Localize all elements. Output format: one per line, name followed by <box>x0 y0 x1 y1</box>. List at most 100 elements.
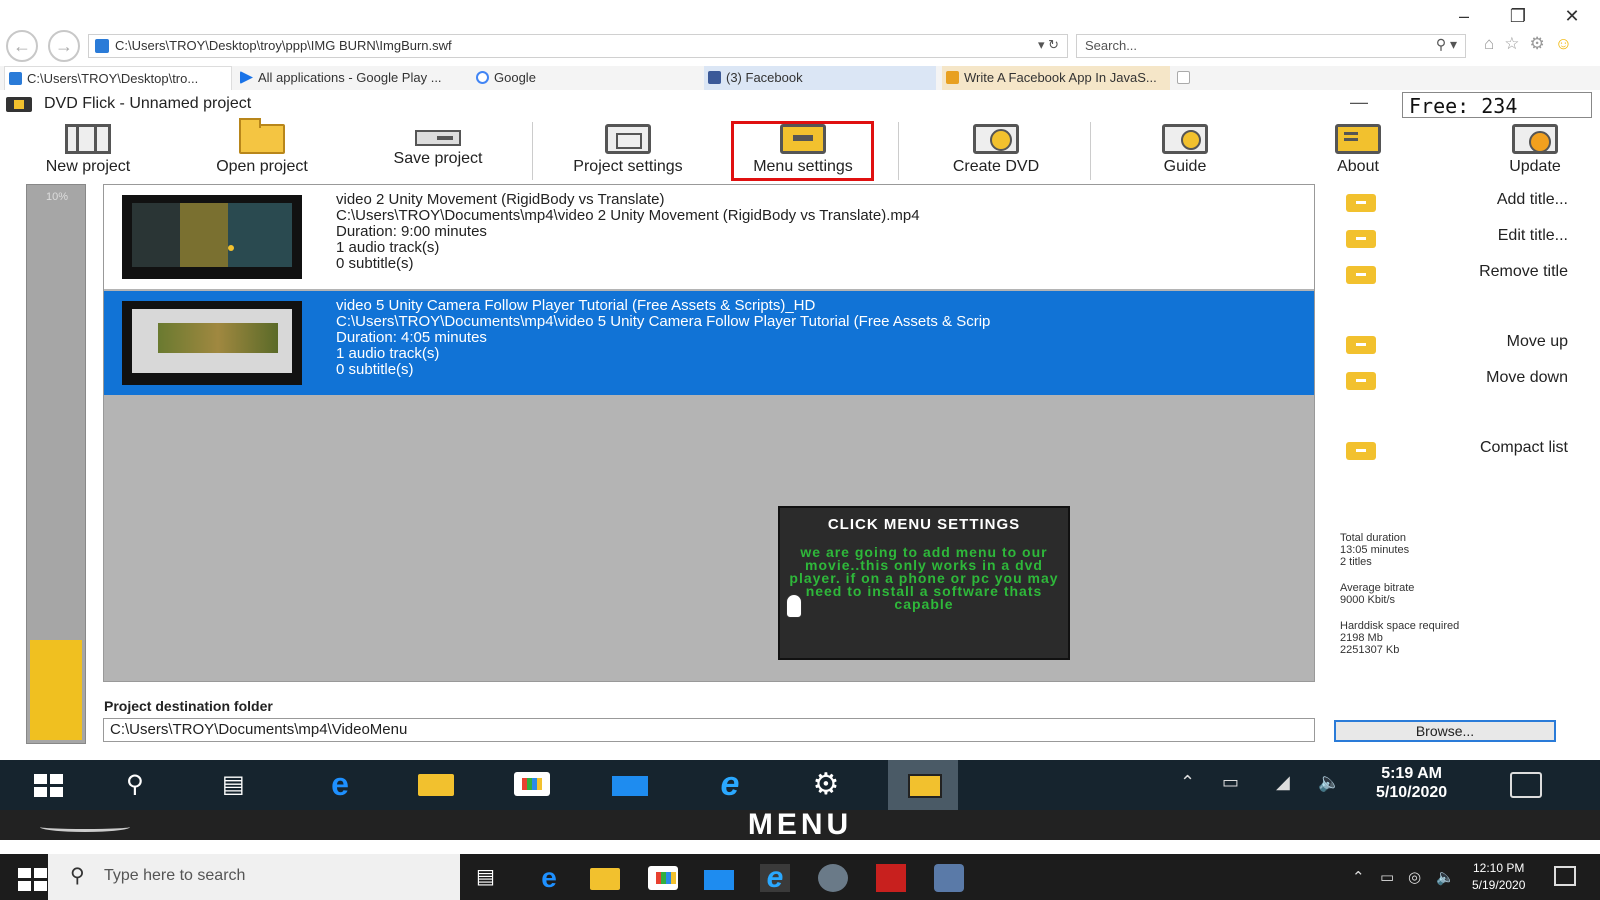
task-view-icon[interactable]: ▤ <box>476 864 506 892</box>
tab-google[interactable]: Google <box>472 66 692 90</box>
store-icon[interactable] <box>514 772 550 796</box>
edit-title-button[interactable]: Edit title... <box>1336 222 1576 252</box>
stat-label: Average bitrate <box>1340 582 1415 594</box>
dvd-flick-taskbar-icon[interactable] <box>888 760 958 810</box>
mail-icon[interactable] <box>704 870 734 890</box>
add-title-button[interactable]: Add title... <box>1336 186 1576 216</box>
title-path: C:\Users\TROY\Documents\mp4\video 5 Unit… <box>336 313 991 330</box>
save-project-label: Save project <box>393 150 483 167</box>
folder-icon <box>239 118 285 154</box>
project-settings-button[interactable]: Project settings <box>546 118 710 182</box>
battery-icon[interactable]: ▭ <box>1222 772 1239 793</box>
project-settings-label: Project settings <box>573 158 683 175</box>
title-subtitles: 0 subtitle(s) <box>336 255 414 272</box>
list-item-selected[interactable]: video 5 Unity Camera Follow Player Tutor… <box>104 291 1314 395</box>
list-item[interactable]: video 2 Unity Movement (RigidBody vs Tra… <box>104 185 1314 289</box>
arrow-up-icon <box>1346 336 1376 354</box>
title-audio: 1 audio track(s) <box>336 239 440 256</box>
new-tab-button[interactable] <box>1172 66 1196 90</box>
update-button[interactable]: Update <box>1490 118 1580 182</box>
browser-chrome: – ❐ ✕ ← → C:\Users\TROY\Desktop\troy\ppp… <box>0 0 1600 92</box>
video-thumbnail <box>122 301 302 385</box>
volume-icon[interactable]: 🔈 <box>1436 868 1455 886</box>
recorded-clock[interactable]: 5:19 AM 5/10/2020 <box>1376 764 1447 802</box>
browser-icons: ⌂ ☆ ⚙ ☺ <box>1484 34 1572 54</box>
search-icon[interactable]: ⚲ ▾ <box>1436 36 1457 53</box>
title-path: C:\Users\TROY\Documents\mp4\video 2 Unit… <box>336 207 920 224</box>
chevron-up-icon[interactable]: ⌃ <box>1352 868 1365 886</box>
acrobat-icon[interactable] <box>876 864 906 892</box>
tab-google-play[interactable]: All applications - Google Play ... <box>236 66 466 90</box>
chevron-up-icon[interactable]: ⌃ <box>1180 772 1195 793</box>
file-explorer-icon[interactable] <box>418 774 454 796</box>
address-bar[interactable]: C:\Users\TROY\Desktop\troy\ppp\IMG BURN\… <box>88 34 1068 58</box>
home-icon[interactable]: ⌂ <box>1484 34 1494 54</box>
tab-bar: C:\Users\TROY\Desktop\tro... All applica… <box>0 66 1600 90</box>
system-clock[interactable]: 12:10 PM 5/19/2020 <box>1472 860 1525 894</box>
facebook-icon <box>708 71 721 84</box>
app-minimize-icon[interactable]: — <box>1350 92 1368 113</box>
battery-icon[interactable]: ▭ <box>1380 868 1394 886</box>
search-icon[interactable]: ⚲ <box>126 770 162 800</box>
film-icon <box>65 124 111 154</box>
destination-folder-input[interactable]: C:\Users\TROY\Documents\mp4\VideoMenu <box>103 718 1315 742</box>
minimize-icon[interactable]: – <box>1454 6 1474 27</box>
tab-write-fb-app[interactable]: Write A Facebook App In JavaS... <box>942 66 1170 90</box>
tutorial-annotation: CLICK MENU SETTINGS we are going to add … <box>778 506 1070 660</box>
remove-title-button[interactable]: Remove title <box>1336 258 1576 288</box>
browse-button[interactable]: Browse... <box>1334 720 1556 742</box>
edge-icon[interactable]: e <box>534 864 564 892</box>
toolbar-divider <box>1090 122 1091 180</box>
title-list[interactable]: video 2 Unity Movement (RigidBody vs Tra… <box>103 184 1315 682</box>
tab-imgburn[interactable]: C:\Users\TROY\Desktop\tro... <box>4 66 232 90</box>
file-explorer-icon[interactable] <box>590 868 620 890</box>
update-label: Update <box>1509 158 1561 175</box>
store-icon[interactable] <box>648 866 678 890</box>
tab-label: C:\Users\TROY\Desktop\tro... <box>27 71 199 86</box>
globe-icon[interactable]: ◎ <box>1408 868 1421 886</box>
internet-explorer-icon[interactable]: e <box>712 767 748 801</box>
search-placeholder: Search... <box>1085 38 1138 53</box>
internet-explorer-icon[interactable]: e <box>760 863 790 893</box>
open-project-button[interactable]: Open project <box>192 118 332 182</box>
windows-start-icon[interactable] <box>30 770 66 800</box>
edge-icon[interactable]: e <box>322 768 358 800</box>
stat-value: 2251307 Kb <box>1340 644 1400 656</box>
notification-icon[interactable] <box>1510 772 1542 798</box>
close-icon[interactable]: ✕ <box>1562 6 1582 27</box>
compact-list-button[interactable]: Compact list <box>1336 434 1576 464</box>
ie-page-icon <box>9 72 22 85</box>
settings-gear-icon[interactable]: ⚙ <box>808 770 844 800</box>
screen: – ❐ ✕ ← → C:\Users\TROY\Desktop\troy\ppp… <box>0 0 1600 900</box>
settings-icon[interactable]: ⚙ <box>1530 34 1545 54</box>
taskbar-search-input[interactable]: ⚲ Type here to search <box>48 854 460 900</box>
new-project-button[interactable]: New project <box>20 118 156 182</box>
create-dvd-button[interactable]: Create DVD <box>926 118 1066 182</box>
restore-icon[interactable]: ❐ <box>1508 6 1528 27</box>
windows-start-icon[interactable] <box>14 864 51 895</box>
favorites-star-icon[interactable]: ☆ <box>1504 34 1519 54</box>
search-icon: ⚲ <box>70 865 85 887</box>
refresh-icon[interactable]: ▾ ↻ <box>1038 37 1059 53</box>
chrome-like-app-icon[interactable] <box>818 864 848 892</box>
guide-button[interactable]: Guide <box>1130 118 1240 182</box>
monitor-app-icon[interactable] <box>934 864 964 892</box>
network-icon[interactable]: ◢ <box>1276 772 1290 793</box>
annotation-title: CLICK MENU SETTINGS <box>827 516 1021 533</box>
browser-search-input[interactable]: Search... ⚲ ▾ <box>1076 34 1466 58</box>
forward-button[interactable]: → <box>48 30 80 62</box>
title-subtitles: 0 subtitle(s) <box>336 361 414 378</box>
tab-facebook[interactable]: (3) Facebook <box>704 66 936 90</box>
move-up-button[interactable]: Move up <box>1336 328 1576 358</box>
feedback-smiley-icon[interactable]: ☺ <box>1555 34 1572 54</box>
about-button[interactable]: About <box>1316 118 1400 182</box>
notification-icon[interactable] <box>1554 866 1576 886</box>
move-down-button[interactable]: Move down <box>1336 364 1576 394</box>
back-button[interactable]: ← <box>6 30 38 62</box>
remove-icon <box>1346 266 1376 284</box>
save-project-button[interactable]: Save project <box>368 118 508 182</box>
volume-icon[interactable]: 🔈 <box>1318 772 1340 793</box>
task-view-icon[interactable]: ▤ <box>222 770 258 800</box>
mail-icon[interactable] <box>612 776 648 796</box>
open-project-label: Open project <box>216 158 308 175</box>
